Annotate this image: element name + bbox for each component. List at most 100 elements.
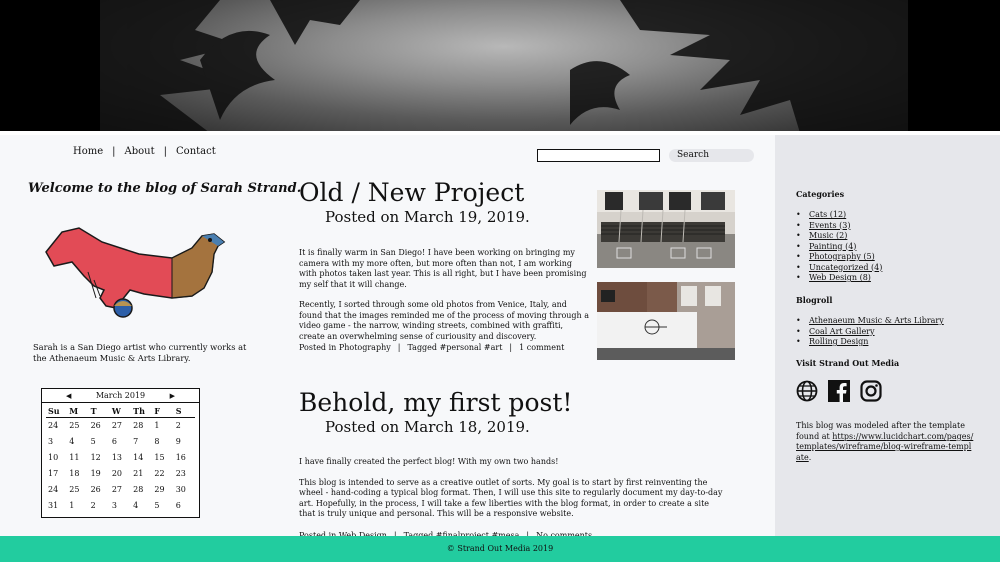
- calendar-day[interactable]: 27: [110, 418, 131, 434]
- calendar-day[interactable]: 6: [110, 434, 131, 450]
- calendar-day[interactable]: 1: [67, 498, 88, 514]
- nav-contact-link[interactable]: Contact: [176, 146, 216, 157]
- footer: © Strand Out Media 2019: [0, 536, 1000, 562]
- calendar-day[interactable]: 8: [152, 434, 173, 450]
- calendar-day[interactable]: 30: [174, 482, 195, 498]
- calendar-day[interactable]: 14: [131, 450, 152, 466]
- calendar-month: March 2019: [95, 391, 146, 400]
- post-comments-link[interactable]: 1 comment: [519, 343, 564, 352]
- top-nav: Home | About | Contact: [73, 146, 216, 157]
- search-input[interactable]: [537, 149, 660, 162]
- calendar-day[interactable]: 3: [46, 434, 67, 450]
- post-date: Posted on March 18, 2019.: [325, 418, 530, 436]
- post-paragraph: This blog is intended to serve as a crea…: [299, 477, 723, 519]
- calendar-day[interactable]: 7: [131, 434, 152, 450]
- calendar-day[interactable]: 26: [89, 418, 110, 434]
- calendar-dow: S: [173, 405, 195, 418]
- calendar-dow: M: [67, 405, 89, 418]
- footer-copyright: © Strand Out Media 2019: [446, 544, 554, 553]
- calendar-day[interactable]: 15: [152, 450, 173, 466]
- post-body: It is finally warm in San Diego! I have …: [299, 248, 589, 352]
- calendar-prev-icon[interactable]: ◀: [66, 392, 71, 400]
- calendar-day[interactable]: 13: [110, 450, 131, 466]
- blogroll-list: Athenaeum Music & Arts Library Coal Art …: [796, 316, 944, 348]
- social-icons: [796, 380, 882, 402]
- category-link[interactable]: Web Design (8): [809, 273, 871, 282]
- calendar-day[interactable]: 4: [67, 434, 88, 450]
- post-tags[interactable]: Tagged #personal #art: [407, 343, 502, 352]
- blogroll-link[interactable]: Rolling Design: [809, 337, 868, 346]
- nav-separator: |: [163, 146, 168, 157]
- calendar-day[interactable]: 27: [110, 482, 131, 498]
- post-date: Posted on March 19, 2019.: [325, 208, 530, 226]
- calendar-day[interactable]: 9: [174, 434, 195, 450]
- category-link[interactable]: Cats (12): [809, 210, 846, 219]
- list-item: Music (2): [796, 231, 882, 242]
- category-link[interactable]: Photography (5): [809, 252, 875, 261]
- wall-graffiti-photo: [597, 282, 735, 360]
- calendar-day[interactable]: 25: [67, 418, 88, 434]
- globe-icon[interactable]: [796, 380, 818, 402]
- welcome-heading: Welcome to the blog of Sarah Strand.: [28, 181, 302, 196]
- social-heading: Visit Strand Out Media: [796, 358, 900, 368]
- calendar-dow: Th: [131, 405, 153, 418]
- calendar-day[interactable]: 28: [131, 418, 152, 434]
- list-item: Coal Art Gallery: [796, 327, 944, 338]
- calendar-day[interactable]: 31: [46, 498, 67, 514]
- header-banner-image: [0, 0, 1000, 133]
- category-link[interactable]: Uncategorized (4): [809, 263, 882, 272]
- facebook-icon[interactable]: [828, 380, 850, 402]
- calendar-day[interactable]: 19: [89, 466, 110, 482]
- list-item: Photography (5): [796, 252, 882, 263]
- calendar-day[interactable]: 10: [46, 450, 67, 466]
- calendar-day[interactable]: 12: [89, 450, 110, 466]
- author-bio: Sarah is a San Diego artist who currentl…: [33, 342, 247, 363]
- nav-about-link[interactable]: About: [125, 146, 155, 157]
- bird-painting-image: [45, 227, 226, 318]
- calendar-day[interactable]: 3: [110, 498, 131, 514]
- post-paragraph: Recently, I sorted through some old phot…: [299, 300, 589, 341]
- post-body: I have finally created the perfect blog!…: [299, 457, 724, 530]
- category-link[interactable]: Painting (4): [809, 242, 856, 251]
- calendar-day[interactable]: 22: [152, 466, 173, 482]
- calendar-day[interactable]: 28: [131, 482, 152, 498]
- calendar-grid: Su M T W Th F S 24 25 26 27 28 1 2 3 4 5…: [42, 403, 199, 514]
- calendar-day[interactable]: 29: [152, 482, 173, 498]
- calendar-day[interactable]: 11: [67, 450, 88, 466]
- template-credit-note: This blog was modeled after the template…: [796, 421, 976, 463]
- calendar-day[interactable]: 21: [131, 466, 152, 482]
- calendar-dow: F: [152, 405, 174, 418]
- calendar-day[interactable]: 24: [46, 482, 67, 498]
- category-link[interactable]: Events (3): [809, 221, 850, 230]
- calendar-day[interactable]: 4: [131, 498, 152, 514]
- post-title[interactable]: Behold, my first post!: [299, 388, 572, 417]
- search-button[interactable]: Search: [669, 149, 754, 162]
- calendar-day[interactable]: 2: [89, 498, 110, 514]
- calendar-day[interactable]: 20: [110, 466, 131, 482]
- calendar-day[interactable]: 26: [89, 482, 110, 498]
- calendar-day[interactable]: 2: [174, 418, 195, 434]
- calendar-next-icon[interactable]: ▶: [170, 392, 175, 400]
- nav-home-link[interactable]: Home: [73, 146, 103, 157]
- blogroll-link[interactable]: Athenaeum Music & Arts Library: [809, 316, 944, 325]
- post-meta: Posted in Photography | Tagged #personal #…: [299, 343, 565, 352]
- bench-photo: [597, 190, 735, 268]
- instagram-icon[interactable]: [860, 380, 882, 402]
- calendar-day[interactable]: 6: [174, 498, 195, 514]
- post-title[interactable]: Old / New Project: [299, 178, 524, 207]
- category-link[interactable]: Music (2): [809, 231, 847, 240]
- calendar-day[interactable]: 25: [67, 482, 88, 498]
- calendar-day[interactable]: 5: [89, 434, 110, 450]
- calendar-day[interactable]: 24: [46, 418, 67, 434]
- calendar-day[interactable]: 5: [152, 498, 173, 514]
- calendar-day[interactable]: 1: [152, 418, 173, 434]
- calendar-day[interactable]: 23: [174, 466, 195, 482]
- calendar-day[interactable]: 17: [46, 466, 67, 482]
- post-category-link[interactable]: Posted in Photography: [299, 343, 391, 352]
- calendar-day[interactable]: 16: [174, 450, 195, 466]
- categories-heading: Categories: [796, 189, 845, 199]
- nav-separator: |: [112, 146, 116, 157]
- blogroll-link[interactable]: Coal Art Gallery: [809, 327, 875, 336]
- calendar-day[interactable]: 18: [67, 466, 88, 482]
- list-item: Web Design (8): [796, 273, 882, 284]
